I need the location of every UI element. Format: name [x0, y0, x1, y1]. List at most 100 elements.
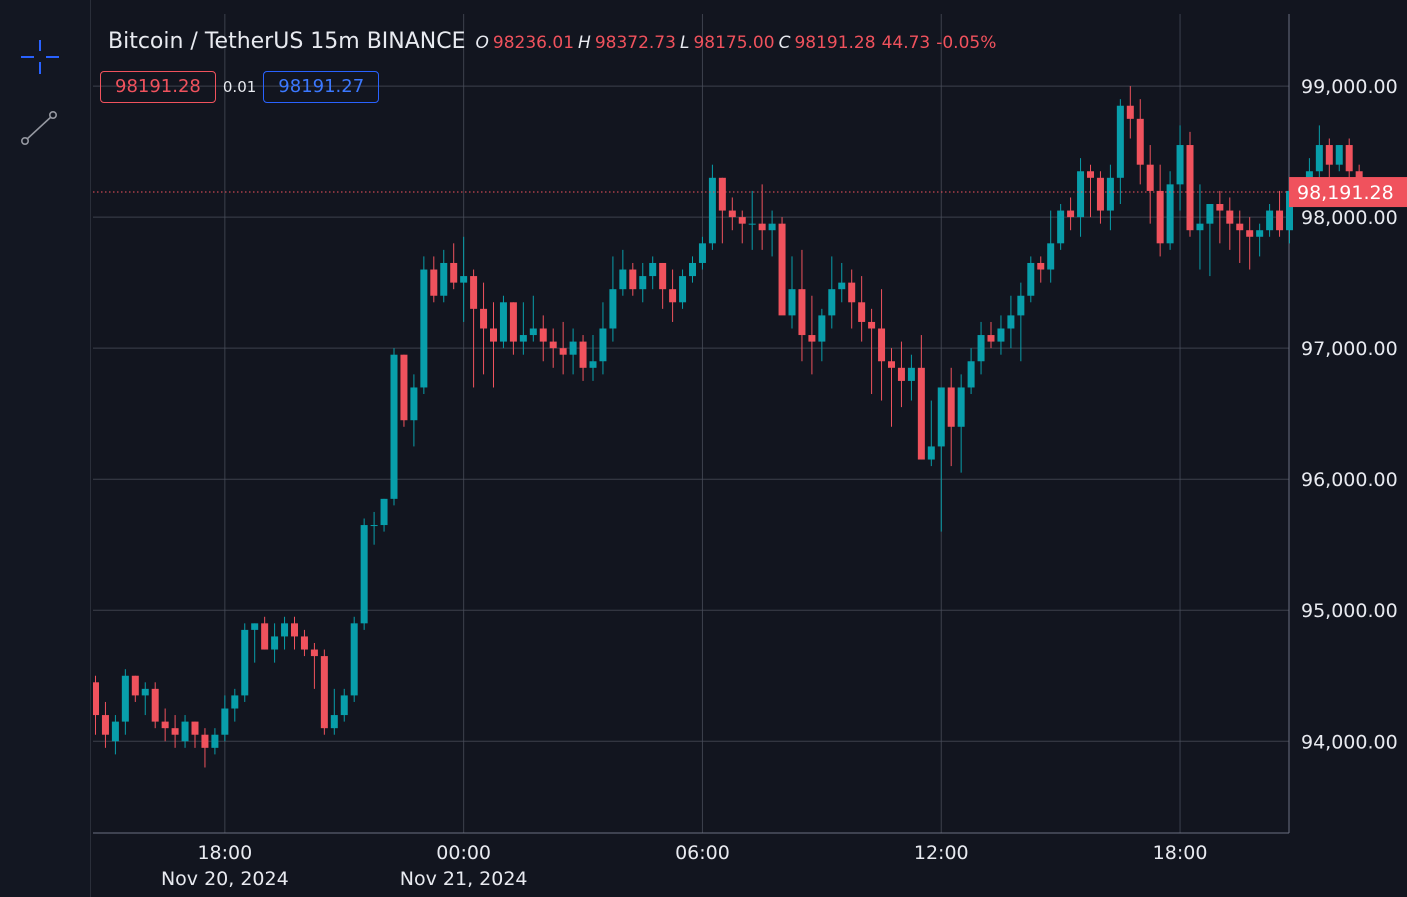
- candle-body: [320, 656, 328, 729]
- candle-body: [848, 282, 856, 303]
- candle-body: [400, 354, 408, 421]
- candle-body: [440, 262, 448, 296]
- buy-sell-panel: 98191.28 0.01 98191.27: [100, 71, 380, 103]
- candle-body: [93, 682, 99, 716]
- symbol-title[interactable]: Bitcoin / TetherUS 15m BINANCE: [108, 29, 466, 54]
- candle-body: [370, 525, 378, 527]
- candle-body: [360, 525, 368, 624]
- candle-body: [698, 243, 706, 263]
- candle-body: [609, 289, 617, 329]
- candle-body: [1315, 145, 1323, 172]
- price-tick-label: 97,000.00: [1301, 338, 1398, 360]
- candle-body: [828, 289, 836, 316]
- sell-button[interactable]: 98191.28: [100, 71, 216, 103]
- candle-body: [151, 688, 159, 722]
- candle-body: [490, 328, 497, 342]
- candle-body: [868, 321, 876, 329]
- candle-body: [251, 623, 259, 630]
- candle-body: [529, 328, 537, 336]
- candle-body: [888, 361, 895, 368]
- price-tick-label: 96,000.00: [1301, 469, 1398, 491]
- candle-body: [1335, 145, 1343, 165]
- candle-body: [1206, 204, 1214, 224]
- candle-body: [1116, 105, 1124, 178]
- close-key: C: [778, 33, 791, 53]
- candle-body: [589, 361, 597, 368]
- candle-body: [1007, 315, 1015, 329]
- price-tick-label: 98,000.00: [1301, 207, 1398, 229]
- candle-body: [1146, 164, 1154, 191]
- candle-body: [1096, 177, 1104, 211]
- candle-body: [211, 734, 219, 748]
- candlestick-chart[interactable]: 94,000.00 95,000.00 96,000.00 97,000.00 98,0…: [93, 14, 1407, 897]
- candle-body: [669, 289, 677, 303]
- candle-body: [261, 623, 269, 650]
- candle-body: [1027, 262, 1035, 296]
- price-tick-label: 99,000.00: [1301, 76, 1398, 98]
- trend-line-icon: [20, 111, 57, 145]
- time-date-label: Nov 20, 2024: [161, 868, 289, 890]
- candle-body: [171, 728, 179, 735]
- close-value: 98191.28: [794, 33, 876, 53]
- candle-body: [390, 354, 398, 499]
- candle-body: [738, 217, 746, 224]
- candle-body: [977, 335, 985, 362]
- candle-body: [927, 446, 935, 460]
- candle-body: [997, 328, 1005, 342]
- candle-body: [559, 348, 567, 355]
- open-value: 98236.01: [492, 33, 575, 53]
- candle-body: [858, 302, 866, 322]
- time-tick-label: 06:00: [675, 842, 730, 864]
- time-tick-label: 18:00: [197, 842, 252, 864]
- candle-body: [718, 177, 726, 211]
- candle-body: [838, 282, 846, 290]
- trend-line-tool-button[interactable]: [18, 106, 62, 150]
- candle-body: [111, 721, 119, 742]
- candle-body: [101, 715, 109, 735]
- candle-body: [1276, 210, 1284, 231]
- candle-body: [937, 387, 945, 447]
- price-tick-label: 95,000.00: [1301, 600, 1398, 622]
- candle-body: [818, 315, 826, 342]
- candle-body: [897, 367, 905, 381]
- candle-body: [1186, 145, 1194, 231]
- candle-body: [619, 269, 627, 290]
- candle-body: [1057, 210, 1065, 244]
- candle-body: [131, 675, 139, 696]
- candle-body: [480, 308, 488, 329]
- time-tick-label: 00:00: [436, 842, 491, 864]
- spread-value: 0.01: [222, 78, 257, 96]
- candle-body: [549, 341, 557, 349]
- candle-body: [470, 276, 478, 309]
- candle-body: [708, 177, 716, 244]
- candle-body: [460, 276, 468, 283]
- candle-body: [689, 262, 696, 277]
- time-tick-label: 18:00: [1153, 842, 1208, 864]
- candle-body: [450, 262, 458, 283]
- candle-body: [778, 223, 786, 316]
- crosshair-tool-button[interactable]: [18, 36, 62, 80]
- candle-body: [181, 721, 189, 742]
- candle-body: [1246, 230, 1254, 237]
- candle-body: [1166, 184, 1174, 244]
- candle-body: [808, 335, 816, 342]
- candle-body: [1087, 171, 1094, 178]
- candle-body: [728, 210, 736, 218]
- candle-body: [300, 636, 308, 650]
- candle-body: [310, 649, 318, 657]
- candle-body: [350, 623, 358, 696]
- chart-area[interactable]: 94,000.00 95,000.00 96,000.00 97,000.00 98,0…: [93, 14, 1407, 897]
- candle-body: [947, 387, 955, 427]
- candle-body: [639, 276, 647, 290]
- candle-body: [1256, 230, 1264, 237]
- candle-body: [629, 269, 637, 290]
- candle-body: [788, 289, 796, 316]
- candle-body: [141, 688, 149, 696]
- buy-button[interactable]: 98191.27: [263, 71, 380, 103]
- candle-body: [281, 623, 289, 637]
- candle-body: [410, 387, 418, 421]
- candle-body: [1266, 210, 1274, 231]
- open-key: O: [475, 33, 489, 53]
- candle-body: [659, 262, 667, 290]
- candle-body: [539, 328, 547, 342]
